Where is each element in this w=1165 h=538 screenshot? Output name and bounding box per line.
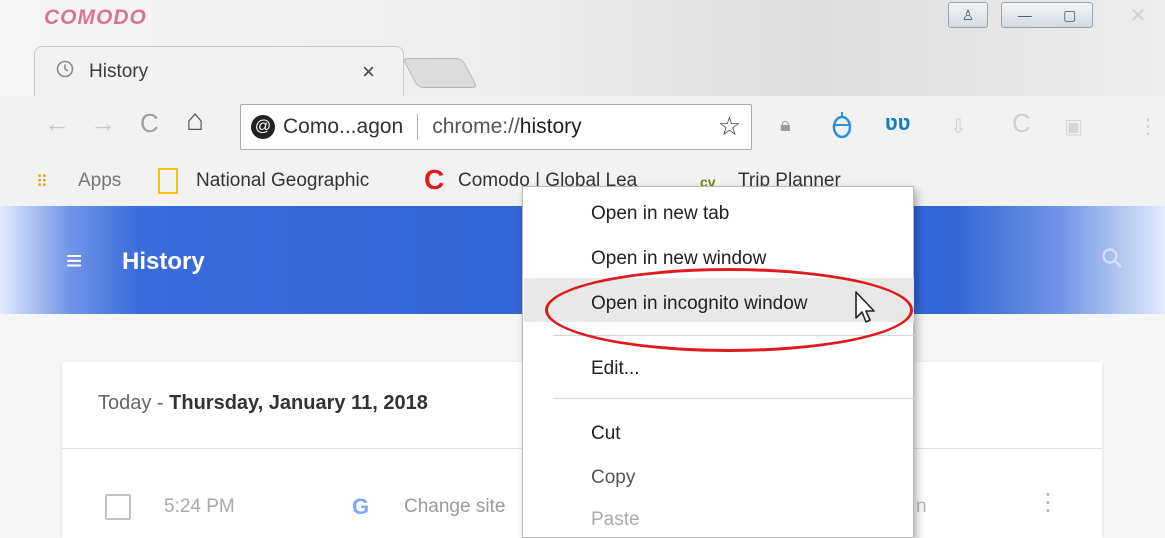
menu-item-open-new-window[interactable]: Open in new window bbox=[591, 248, 766, 270]
page-title: History bbox=[122, 248, 205, 275]
maximize-button[interactable]: ▢ bbox=[1063, 7, 1076, 24]
google-favicon-icon: G bbox=[352, 494, 370, 519]
menu-item-cut[interactable]: Cut bbox=[591, 423, 621, 445]
forward-icon[interactable]: → bbox=[90, 108, 116, 139]
bookmark-star-icon[interactable]: ☆ bbox=[718, 111, 741, 142]
row-more-icon[interactable]: ⋮ bbox=[1036, 488, 1060, 517]
back-icon[interactable]: ← bbox=[44, 108, 70, 139]
user-button[interactable]: ♙ bbox=[948, 2, 988, 28]
minimize-button[interactable]: — bbox=[1018, 7, 1032, 23]
history-icon bbox=[55, 59, 75, 84]
bookmark-yellow-icon bbox=[158, 168, 178, 194]
menu-item-edit[interactable]: Edit... bbox=[591, 358, 640, 380]
bookmark-national-geographic[interactable]: National Geographic bbox=[196, 170, 369, 192]
brand-logo: COMODO bbox=[44, 6, 147, 29]
row-title-link[interactable]: Change site bbox=[404, 496, 505, 518]
site-at-icon: @ bbox=[251, 115, 275, 139]
url-text[interactable]: chrome://history bbox=[432, 115, 581, 139]
row-title-tail: n bbox=[916, 496, 927, 517]
wave-icon[interactable]: ʋʋ bbox=[885, 110, 911, 136]
site-label: Como...agon bbox=[283, 115, 404, 138]
date-heading: Today - Thursday, January 11, 2018 bbox=[98, 392, 428, 414]
tab-close-icon[interactable]: × bbox=[362, 59, 375, 85]
comodo-c-icon: C bbox=[424, 164, 445, 195]
menu-item-paste: Paste bbox=[591, 509, 640, 530]
row-checkbox[interactable] bbox=[105, 494, 131, 520]
menu-item-copy[interactable]: Copy bbox=[591, 467, 635, 489]
menu-item-open-new-tab[interactable]: Open in new tab bbox=[591, 203, 729, 225]
context-menu: Open in new tab Open in new window Open … bbox=[522, 186, 915, 538]
download-icon[interactable]: ⇩ bbox=[950, 114, 967, 139]
window-controls: — ▢ bbox=[1001, 2, 1093, 28]
home-icon[interactable]: ⌂ bbox=[186, 104, 204, 138]
address-bar[interactable]: @ Como...agon chrome://history ☆ bbox=[240, 104, 752, 150]
site-chip[interactable]: @ Como...agon bbox=[251, 115, 403, 139]
apps-icon: ⠿ bbox=[36, 174, 48, 191]
mouse-cursor-icon bbox=[853, 290, 883, 330]
omnibox-separator bbox=[417, 114, 419, 140]
menu-dots-icon[interactable]: ⋮ bbox=[1138, 114, 1158, 139]
shield-icon[interactable] bbox=[832, 110, 852, 146]
comodo-icon[interactable]: C bbox=[1012, 108, 1031, 139]
tab-history[interactable]: History × bbox=[34, 46, 404, 96]
search-icon[interactable] bbox=[1100, 246, 1124, 277]
tab-title: History bbox=[89, 60, 149, 82]
close-button[interactable]: ✕ bbox=[1120, 2, 1156, 28]
puzzle-icon[interactable]: ▣ bbox=[1064, 114, 1083, 139]
row-time: 5:24 PM bbox=[164, 496, 235, 517]
lock-icon[interactable]: 🔒︎ bbox=[780, 114, 791, 137]
menu-separator bbox=[553, 398, 915, 399]
bookmark-apps[interactable]: Apps bbox=[78, 170, 121, 192]
reload-icon[interactable]: C bbox=[140, 108, 159, 139]
hamburger-menu-icon[interactable]: ≡ bbox=[66, 245, 82, 277]
